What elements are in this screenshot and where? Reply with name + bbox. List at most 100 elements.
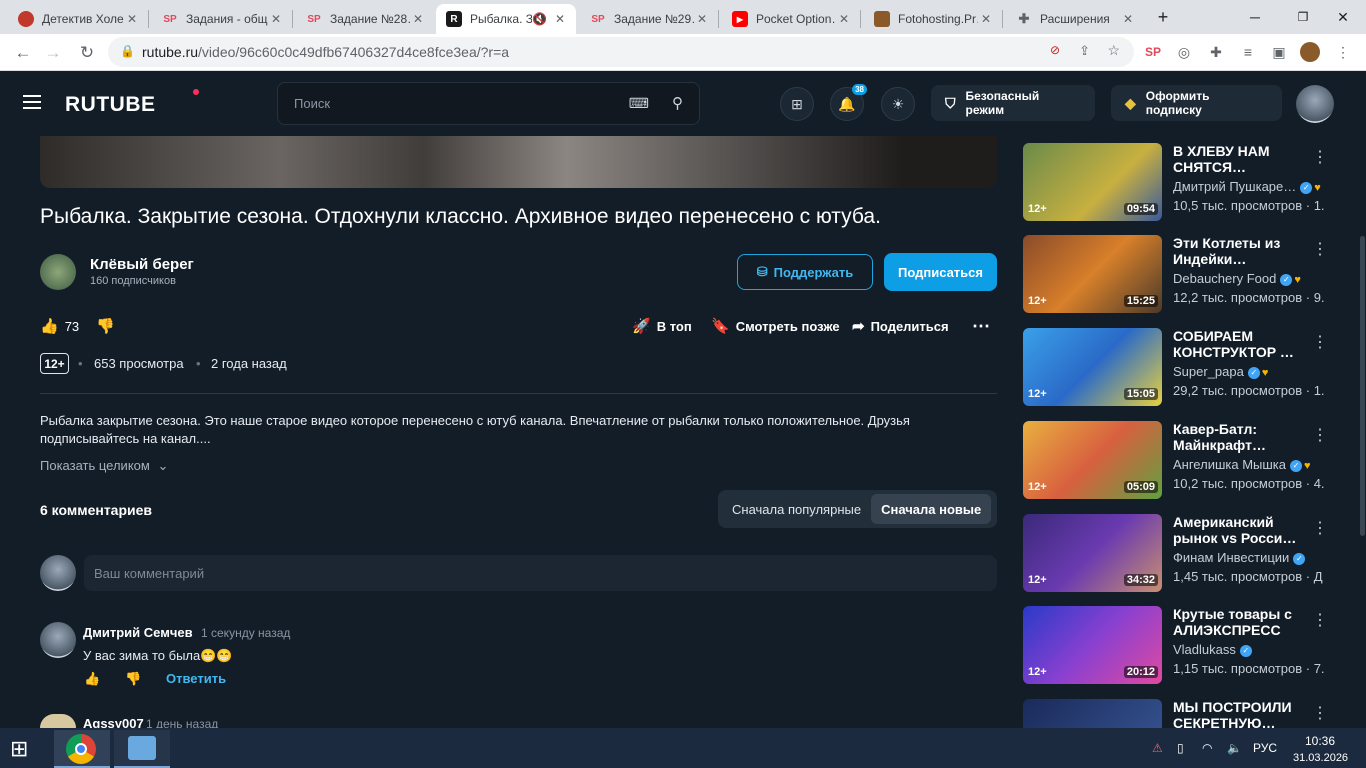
- notifications-button[interactable]: 🔔 38: [830, 84, 867, 121]
- profile-avatar-icon[interactable]: [1300, 42, 1320, 62]
- kebab-menu-icon[interactable]: ⋮: [1312, 610, 1328, 630]
- recommended-title[interactable]: Крутые товары с АЛИЭКСПРЕСС: [1173, 606, 1313, 638]
- volume-icon[interactable]: 🔈: [1227, 741, 1242, 755]
- recommended-video[interactable]: 12+ 20:12 Крутые товары с АЛИЭКСПРЕСС Vl…: [1023, 606, 1353, 684]
- safe-mode-button[interactable]: ⛉ Безопасный режим: [931, 85, 1095, 121]
- show-all-button[interactable]: Показать целиком ⌄: [40, 458, 168, 474]
- scrollbar-thumb[interactable]: [1360, 236, 1365, 536]
- browser-tab-3[interactable]: SP Задание №28… ✕: [296, 4, 434, 34]
- hamburger-menu-icon[interactable]: [23, 95, 41, 109]
- comment-author[interactable]: Дмитрий Семчев: [83, 625, 193, 640]
- recommended-title[interactable]: СОБИРАЕМ КОНСТРУКТОР …: [1173, 328, 1313, 360]
- tab-close-icon[interactable]: ✕: [410, 12, 426, 26]
- recommended-video[interactable]: МЫ ПОСТРОИЛИ СЕКРЕТНУЮ… ⋮: [1023, 699, 1353, 728]
- video-thumbnail[interactable]: 12+ 15:05: [1023, 328, 1162, 406]
- comment-input[interactable]: Ваш комментарий: [84, 555, 997, 591]
- tab-close-icon[interactable]: ✕: [1120, 12, 1136, 26]
- browser-tab-7[interactable]: Fotohosting.Pr… ✕: [864, 4, 1002, 34]
- tab-close-icon[interactable]: ✕: [552, 12, 568, 26]
- like-button[interactable]: 👍 73: [40, 316, 79, 336]
- channel-name[interactable]: Клёвый берег: [90, 256, 194, 273]
- wifi-icon[interactable]: ◠: [1202, 741, 1212, 755]
- back-arrow-icon[interactable]: ←: [12, 42, 34, 64]
- kebab-menu-icon[interactable]: ⋮: [1312, 332, 1328, 352]
- recommended-title[interactable]: В ХЛЕВУ НАМ СНЯТСЯ…: [1173, 143, 1313, 175]
- minimize-button[interactable]: ─: [1232, 0, 1278, 34]
- user-avatar[interactable]: [1296, 85, 1334, 123]
- watch-later-button[interactable]: 🔖 Смотреть позже: [711, 316, 840, 336]
- sort-new-option[interactable]: Сначала новые: [871, 494, 992, 524]
- sort-popular-option[interactable]: Сначала популярные: [722, 494, 871, 524]
- video-player[interactable]: [40, 136, 997, 188]
- browser-tab-1[interactable]: Детектив Холе… ✕: [8, 4, 148, 34]
- battery-icon[interactable]: ▯: [1177, 741, 1184, 755]
- recommended-title[interactable]: Кавер-Батл: Майнкрафт…: [1173, 421, 1313, 453]
- recommended-title[interactable]: Американский рынок vs Росси…: [1173, 514, 1313, 546]
- subscription-button[interactable]: ◆ Оформить подписку: [1111, 85, 1282, 121]
- extensions-puzzle-icon[interactable]: ✚: [1206, 42, 1226, 62]
- upload-video-button[interactable]: ⊞: [780, 87, 814, 121]
- channel-avatar[interactable]: [40, 254, 76, 290]
- search-input[interactable]: Поиск ⌨ ⚲: [277, 82, 700, 125]
- rutube-logo[interactable]: RUTUBE: [65, 93, 156, 117]
- video-thumbnail[interactable]: 12+ 09:54: [1023, 143, 1162, 221]
- reload-icon[interactable]: ↻: [76, 42, 98, 64]
- recommended-video[interactable]: 12+ 34:32 Американский рынок vs Росси… Ф…: [1023, 514, 1353, 592]
- language-indicator[interactable]: РУС: [1253, 741, 1277, 755]
- sp-extension-icon[interactable]: SP: [1143, 42, 1163, 62]
- clock-date[interactable]: 31.03.2026: [1293, 752, 1348, 764]
- tab-close-icon[interactable]: ✕: [978, 12, 994, 26]
- recommended-video[interactable]: 12+ 15:05 СОБИРАЕМ КОНСТРУКТОР … Super_p…: [1023, 328, 1353, 406]
- control-panel-taskbar-icon[interactable]: [114, 730, 170, 768]
- kebab-menu-icon[interactable]: ⋮: [1333, 42, 1353, 62]
- kebab-menu-icon[interactable]: ⋮: [1312, 239, 1328, 259]
- video-thumbnail[interactable]: 12+ 20:12: [1023, 606, 1162, 684]
- comment2-author-avatar[interactable]: [40, 714, 76, 728]
- comment-like-icon[interactable]: 👍: [84, 671, 100, 687]
- recommended-title[interactable]: Эти Котлеты из Индейки…: [1173, 235, 1313, 267]
- blocked-content-icon[interactable]: ⊘: [1050, 43, 1060, 57]
- bookmark-star-icon[interactable]: ☆: [1107, 42, 1120, 59]
- reply-button[interactable]: Ответить: [166, 671, 226, 686]
- browser-tab-8[interactable]: ✚ Расширения ✕: [1006, 4, 1144, 34]
- side-panel-icon[interactable]: ▣: [1269, 42, 1289, 62]
- tab-close-icon[interactable]: ✕: [694, 12, 710, 26]
- kebab-menu-icon[interactable]: ⋮: [1312, 703, 1328, 723]
- recommended-video[interactable]: 12+ 15:25 Эти Котлеты из Индейки… Debauc…: [1023, 235, 1353, 313]
- recommended-video[interactable]: 12+ 09:54 В ХЛЕВУ НАМ СНЯТСЯ… Дмитрий Пу…: [1023, 143, 1353, 221]
- browser-tab-5[interactable]: SP Задание №29… ✕: [580, 4, 718, 34]
- clock-time[interactable]: 10:36: [1305, 734, 1335, 748]
- tab-close-icon[interactable]: ✕: [268, 12, 284, 26]
- dislike-button[interactable]: 👎: [96, 316, 121, 336]
- video-thumbnail[interactable]: 12+ 05:09: [1023, 421, 1162, 499]
- media-control-icon[interactable]: ≡: [1238, 42, 1258, 62]
- video-thumbnail[interactable]: 12+ 15:25: [1023, 235, 1162, 313]
- recommended-video[interactable]: 12+ 05:09 Кавер-Батл: Майнкрафт… Ангелиш…: [1023, 421, 1353, 499]
- theme-toggle-button[interactable]: ☀: [881, 87, 915, 121]
- windows-start-icon[interactable]: ⊞: [10, 738, 38, 760]
- more-options-button[interactable]: ⋯: [972, 316, 990, 336]
- browser-tab-6[interactable]: ▶ Pocket Option… ✕: [722, 4, 860, 34]
- forward-arrow-icon[interactable]: →: [42, 42, 64, 64]
- new-tab-button[interactable]: +: [1148, 0, 1178, 34]
- keyboard-icon[interactable]: ⌨: [629, 95, 649, 112]
- subscribe-button[interactable]: Подписаться: [884, 253, 997, 291]
- video-thumbnail[interactable]: 12+ 34:32: [1023, 514, 1162, 592]
- kebab-menu-icon[interactable]: ⋮: [1312, 147, 1328, 167]
- comment-dislike-icon[interactable]: 👎: [125, 671, 141, 687]
- share-icon[interactable]: ⇪: [1079, 43, 1090, 59]
- close-window-button[interactable]: ✕: [1320, 0, 1366, 34]
- network-warning-icon[interactable]: ⚠: [1152, 741, 1163, 755]
- video-thumbnail[interactable]: [1023, 699, 1162, 728]
- chrome-taskbar-icon[interactable]: [54, 730, 110, 768]
- comment-author-avatar[interactable]: [40, 622, 76, 658]
- tab-close-icon[interactable]: ✕: [124, 12, 140, 26]
- share-button[interactable]: ➦ Поделиться: [852, 316, 949, 336]
- browser-tab-2[interactable]: SP Задания - общ… ✕: [152, 4, 292, 34]
- browser-tab-active[interactable]: R Рыбалка. З… 🔇 ✕: [436, 4, 576, 34]
- kebab-menu-icon[interactable]: ⋮: [1312, 425, 1328, 445]
- search-icon[interactable]: ⚲: [672, 94, 683, 112]
- recommended-title[interactable]: МЫ ПОСТРОИЛИ СЕКРЕТНУЮ…: [1173, 699, 1313, 728]
- tab-close-icon[interactable]: ✕: [836, 12, 852, 26]
- kebab-menu-icon[interactable]: ⋮: [1312, 518, 1328, 538]
